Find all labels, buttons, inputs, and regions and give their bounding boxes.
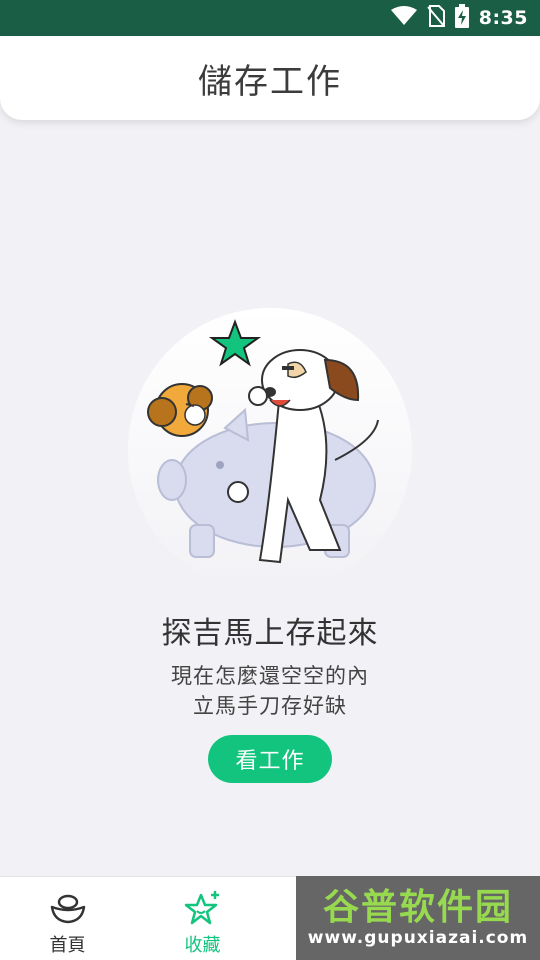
nav-item-home[interactable]: 首頁 bbox=[0, 877, 135, 960]
status-bar: 8:35 bbox=[0, 0, 540, 36]
empty-state-message-line1: 現在怎麼還空空的內 bbox=[171, 664, 369, 688]
empty-state-illustration bbox=[120, 300, 420, 592]
watermark-logo: 谷普软件园 www.gupuxiazai.com bbox=[296, 876, 540, 960]
ingot-icon bbox=[48, 889, 88, 929]
status-icons: 8:35 bbox=[390, 0, 528, 36]
nav-label-favorites: 收藏 bbox=[184, 935, 221, 956]
battery-charging-icon bbox=[454, 4, 469, 32]
watermark-url: www.gupuxiazai.com bbox=[307, 928, 529, 948]
app-header: 儲存工作 bbox=[0, 36, 540, 120]
no-sim-icon bbox=[426, 5, 445, 31]
watermark-title: 谷普软件园 bbox=[322, 887, 513, 928]
view-jobs-button[interactable]: 看工作 bbox=[208, 735, 332, 783]
star-icon bbox=[183, 889, 223, 929]
nav-label-home: 首頁 bbox=[49, 935, 86, 956]
empty-state-title: 探吉馬上存起來 bbox=[161, 616, 379, 651]
status-time: 8:35 bbox=[478, 7, 528, 29]
page-title: 儲存工作 bbox=[198, 61, 342, 102]
nav-item-favorites[interactable]: 收藏 bbox=[135, 877, 270, 960]
empty-state-message-line2: 立馬手刀存好缺 bbox=[193, 694, 347, 718]
wifi-icon bbox=[390, 6, 417, 30]
